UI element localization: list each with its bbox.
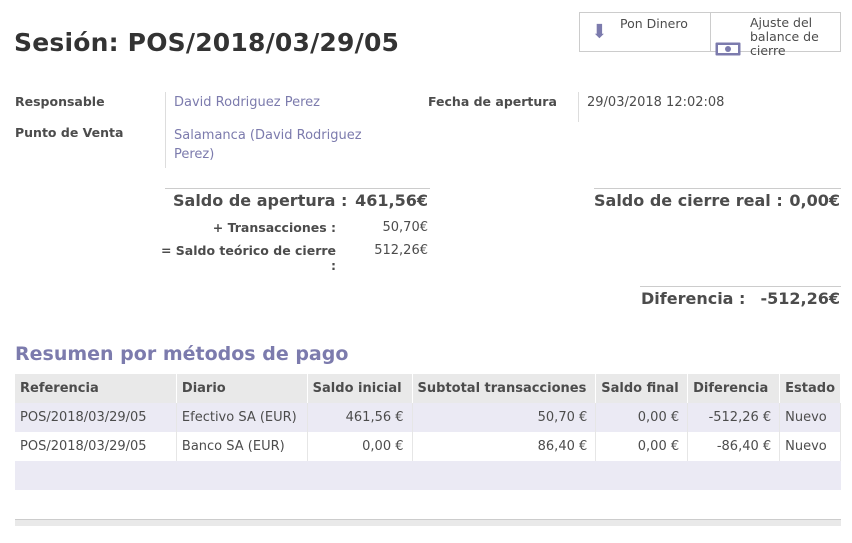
adjust-balance-label: Ajuste del balance de cierre	[750, 15, 819, 58]
table-header-row: Referencia Diario Saldo inicial Subtotal…	[15, 374, 841, 403]
cell-subtotal: 50,70 €	[412, 403, 597, 432]
responsible-label: Responsable	[15, 94, 105, 109]
difference-value: -512,26€	[760, 289, 840, 308]
header-journal[interactable]: Diario	[176, 374, 308, 403]
header-difference[interactable]: Diferencia	[687, 374, 781, 403]
header-reference[interactable]: Referencia	[15, 374, 177, 403]
header-subtotal[interactable]: Subtotal transacciones	[412, 374, 597, 403]
cell-subtotal: 86,40 €	[412, 432, 597, 461]
header-state[interactable]: Estado	[779, 374, 841, 403]
open-date-label: Fecha de apertura	[428, 94, 557, 109]
opening-balance-label: Saldo de apertura :	[173, 191, 348, 210]
theoretical-balance-value: 512,26€	[374, 243, 428, 258]
table-empty-row	[15, 461, 841, 490]
totals-divider	[165, 188, 430, 189]
cell-reference: POS/2018/03/29/05	[15, 432, 177, 461]
put-money-label: Pon Dinero	[620, 16, 688, 31]
pos-label: Punto de Venta	[15, 125, 124, 140]
real-closing-label: Saldo de cierre real :	[594, 191, 783, 210]
cell-reference: POS/2018/03/29/05	[15, 403, 177, 432]
payment-methods-table: Referencia Diario Saldo inicial Subtotal…	[15, 374, 841, 490]
opening-balance-value: 461,56€	[355, 191, 428, 210]
cell-state: Nuevo	[779, 403, 841, 432]
adjust-balance-button[interactable]: Ajuste del balance de cierre	[710, 12, 841, 58]
page-title: Sesión: POS/2018/03/29/05	[14, 28, 400, 57]
table-row[interactable]: POS/2018/03/29/05 Banco SA (EUR) 0,00 € …	[15, 432, 841, 461]
arrow-down-icon	[594, 23, 620, 43]
cell-journal: Efectivo SA (EUR)	[176, 403, 308, 432]
money-icon	[715, 42, 747, 58]
header-final[interactable]: Saldo final	[595, 374, 689, 403]
difference-label: Diferencia :	[641, 289, 746, 308]
transactions-label: + Transacciones :	[212, 220, 336, 235]
info-divider	[165, 92, 166, 168]
cell-difference: -512,26 €	[687, 403, 781, 432]
pos-link[interactable]: Salamanca (David Rodriguez Perez)	[174, 126, 364, 164]
date-divider	[578, 92, 579, 122]
table-row[interactable]: POS/2018/03/29/05 Efectivo SA (EUR) 461,…	[15, 403, 841, 432]
header-buttons: Pon Dinero Ajuste del balance de cierre	[579, 12, 841, 58]
put-money-button[interactable]: Pon Dinero	[579, 12, 711, 52]
theoretical-balance-label: = Saldo teórico de cierre :	[160, 243, 336, 273]
table-footer-bar	[15, 519, 841, 526]
cell-state: Nuevo	[779, 432, 841, 461]
difference-divider	[640, 286, 841, 287]
cell-journal: Banco SA (EUR)	[176, 432, 308, 461]
cell-difference: -86,40 €	[687, 432, 781, 461]
closing-divider	[594, 188, 841, 189]
section-title: Resumen por métodos de pago	[15, 343, 349, 365]
header-opening[interactable]: Saldo inicial	[307, 374, 413, 403]
responsible-link[interactable]: David Rodriguez Perez	[174, 95, 320, 110]
cell-opening: 461,56 €	[307, 403, 413, 432]
transactions-value: 50,70€	[382, 220, 429, 235]
cell-final: 0,00 €	[595, 403, 689, 432]
cell-final: 0,00 €	[595, 432, 689, 461]
open-date-value: 29/03/2018 12:02:08	[587, 95, 725, 110]
cell-opening: 0,00 €	[307, 432, 413, 461]
real-closing-value: 0,00€	[789, 191, 840, 210]
